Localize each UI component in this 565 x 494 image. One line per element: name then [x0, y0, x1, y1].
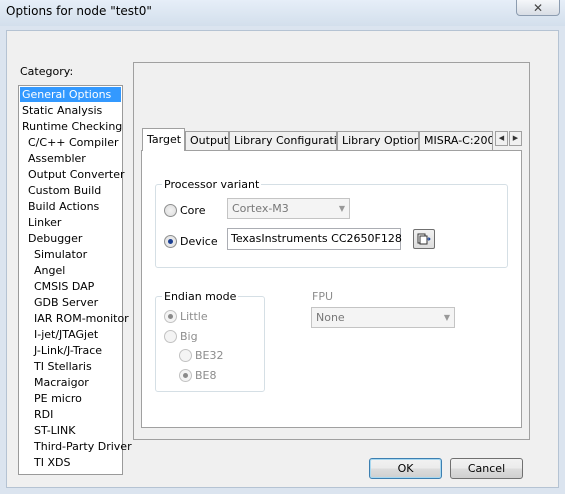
core-radio[interactable]: [164, 204, 177, 217]
endian-mode-label: Endian mode: [162, 290, 239, 303]
tab-scroll-left-icon[interactable]: ◀: [495, 131, 508, 146]
category-item-i-jet-jtagjet[interactable]: I-jet/JTAGjet: [32, 327, 100, 342]
fpu-label: FPU: [312, 290, 334, 303]
category-item-linker[interactable]: Linker: [26, 215, 63, 230]
title-bar: Options for node "test0" ✕: [0, 0, 565, 26]
tab-target[interactable]: Target: [142, 128, 185, 151]
category-item-simulator[interactable]: Simulator: [32, 247, 89, 262]
big-radio[interactable]: [164, 330, 177, 343]
fpu-select-value: None: [316, 311, 345, 324]
category-item-third-party-driver[interactable]: Third-Party Driver: [32, 439, 134, 454]
device-label: Device: [180, 235, 218, 248]
be32-label: BE32: [195, 349, 224, 362]
core-select-value: Cortex-M3: [232, 202, 289, 215]
category-item-cmsis-dap[interactable]: CMSIS DAP: [32, 279, 96, 294]
close-icon: ✕: [532, 0, 544, 15]
category-item-assembler[interactable]: Assembler: [26, 151, 88, 166]
category-item-ti-xds[interactable]: TI XDS: [32, 455, 72, 470]
device-radio[interactable]: [164, 235, 177, 248]
options-dialog: Options for node "test0" ✕ Category: Gen…: [0, 0, 565, 494]
be32-radio[interactable]: [179, 349, 192, 362]
little-label: Little: [180, 310, 208, 323]
tab-library-options[interactable]: Library Options: [337, 131, 419, 150]
tab-misra-c-2004[interactable]: MISRA-C:2004: [419, 131, 493, 150]
category-item-pe-micro[interactable]: PE micro: [32, 391, 84, 406]
be8-label: BE8: [195, 369, 217, 382]
chevron-down-icon: ▼: [338, 204, 345, 213]
cancel-button[interactable]: Cancel: [450, 458, 523, 479]
category-item-rdi[interactable]: RDI: [32, 407, 55, 422]
category-item-ti-stellaris[interactable]: TI Stellaris: [32, 359, 94, 374]
tab-library-configuration[interactable]: Library Configuration: [229, 131, 337, 150]
device-field[interactable]: TexasInstruments CC2650F128: [227, 228, 402, 250]
category-item-static-analysis[interactable]: Static Analysis: [20, 103, 104, 118]
category-item-st-link[interactable]: ST-LINK: [32, 423, 77, 438]
category-item-gdb-server[interactable]: GDB Server: [32, 295, 100, 310]
tab-scroll-right-icon[interactable]: ▶: [509, 131, 522, 146]
category-item-custom-build[interactable]: Custom Build: [26, 183, 103, 198]
processor-variant-group: [155, 184, 508, 268]
device-select-button[interactable]: [413, 229, 435, 249]
processor-variant-label: Processor variant: [162, 178, 262, 191]
category-item-build-actions[interactable]: Build Actions: [26, 199, 101, 214]
category-item-c-cpp-compiler[interactable]: C/C++ Compiler: [26, 135, 121, 150]
close-button[interactable]: ✕: [516, 0, 560, 16]
category-item-output-converter[interactable]: Output Converter: [26, 167, 127, 182]
category-item-runtime-checking[interactable]: Runtime Checking: [20, 119, 124, 134]
fpu-select[interactable]: None ▼: [311, 307, 455, 328]
category-item-iar-rom-monitor[interactable]: IAR ROM-monitor: [32, 311, 131, 326]
big-label: Big: [180, 330, 198, 343]
category-label: Category:: [20, 65, 74, 78]
category-item-debugger[interactable]: Debugger: [26, 231, 84, 246]
device-select-icon: [417, 233, 431, 245]
category-list[interactable]: General Options Static Analysis Runtime …: [18, 85, 132, 475]
category-item-angel[interactable]: Angel: [32, 263, 67, 278]
category-item-j-link-j-trace[interactable]: J-Link/J-Trace: [32, 343, 104, 358]
core-label: Core: [180, 204, 206, 217]
category-item-general-options[interactable]: General Options: [20, 87, 121, 102]
category-item-macraigor[interactable]: Macraigor: [32, 375, 91, 390]
tab-output[interactable]: Output: [185, 131, 229, 150]
chevron-down-icon: ▼: [443, 313, 450, 322]
be8-radio[interactable]: [179, 369, 192, 382]
little-radio[interactable]: [164, 310, 177, 323]
core-select[interactable]: Cortex-M3 ▼: [227, 198, 350, 219]
ok-button[interactable]: OK: [369, 458, 442, 479]
window-title: Options for node "test0": [6, 4, 152, 18]
